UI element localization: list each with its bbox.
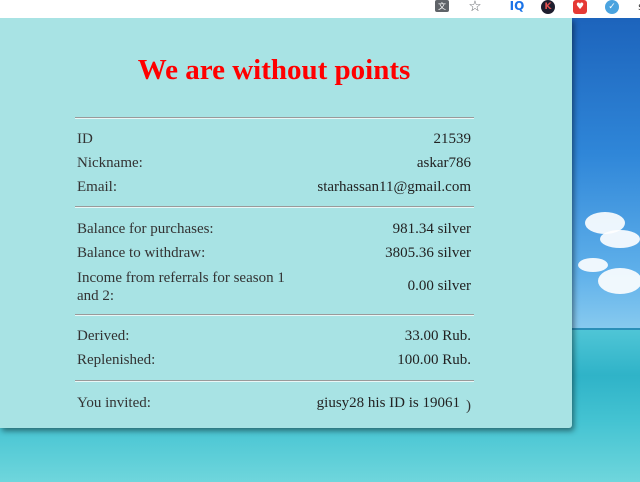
star-icon[interactable]: ☆	[466, 0, 484, 15]
derived-value: 33.00 Rub.	[404, 328, 471, 344]
nickname-label: Nickname:	[77, 155, 143, 171]
translate-icon[interactable]: 文	[435, 0, 449, 12]
page-title: We are without points	[137, 54, 411, 86]
iq-extension-icon[interactable]: IQ	[508, 0, 526, 15]
replenished-value: 100.00 Rub.	[397, 352, 471, 368]
withdraw-value: 3805.36 silver	[385, 245, 471, 261]
k-extension-icon[interactable]: K	[541, 0, 555, 14]
id-label: ID	[77, 131, 93, 147]
divider	[75, 117, 474, 119]
nickname-value: askar786	[416, 155, 471, 171]
cloud	[600, 230, 640, 248]
heart-extension-icon[interactable]: ♥	[573, 0, 587, 14]
divider	[75, 314, 474, 316]
referral-value: 0.00 silver	[407, 278, 471, 294]
divider	[75, 380, 474, 382]
account-panel: We are without points ID 21539 Nickname:…	[0, 18, 572, 428]
referral-label: Income from referrals for season 1 and 2…	[77, 270, 285, 304]
purchases-value: 981.34 silver	[392, 221, 471, 237]
divider	[75, 206, 474, 208]
browser-toolbar: 文 ☆ IQ K ♥ ✓ s	[0, 0, 640, 18]
replenished-label: Replenished:	[77, 352, 156, 368]
purchases-label: Balance for purchases:	[77, 221, 214, 237]
cloud	[598, 268, 640, 294]
invited-label: You invited:	[77, 395, 151, 411]
cloud	[578, 258, 608, 272]
s-extension-icon[interactable]: s	[632, 0, 640, 15]
id-value: 21539	[433, 131, 472, 147]
derived-label: Derived:	[77, 328, 130, 344]
email-label: Email:	[77, 179, 117, 195]
cursor-glyph-icon: )	[466, 398, 471, 414]
invited-value: giusy28 his ID is 19061	[316, 395, 460, 411]
withdraw-label: Balance to withdraw:	[77, 245, 206, 261]
blue-extension-icon[interactable]: ✓	[605, 0, 619, 14]
email-value: starhassan11@gmail.com	[317, 179, 471, 195]
